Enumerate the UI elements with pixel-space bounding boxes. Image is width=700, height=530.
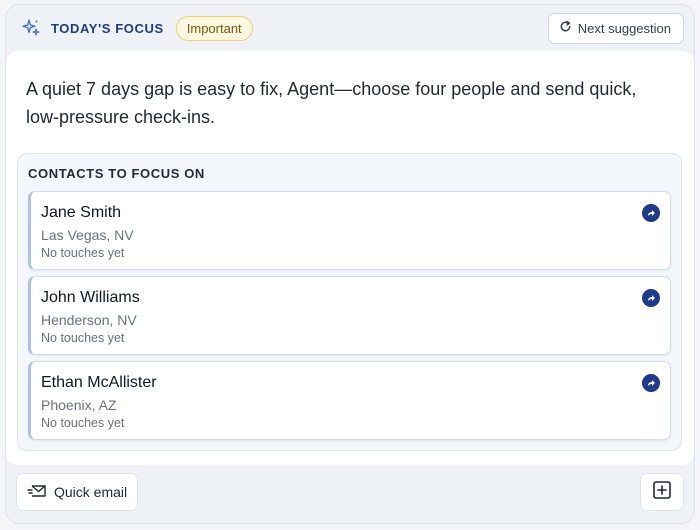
share-arrow-icon[interactable] bbox=[642, 289, 660, 307]
next-suggestion-button[interactable]: Next suggestion bbox=[547, 12, 684, 44]
contact-name: Ethan McAllister bbox=[41, 374, 157, 391]
contact-location: Las Vegas, NV bbox=[41, 227, 134, 243]
focus-message: A quiet 7 days gap is easy to fix, Agent… bbox=[26, 79, 637, 127]
mail-send-icon bbox=[27, 483, 47, 502]
focus-card: TODAY'S FOCUS Important Next suggestion … bbox=[5, 4, 695, 524]
card-title: TODAY'S FOCUS bbox=[51, 20, 164, 36]
contact-card[interactable]: John Williams Henderson, NV No touches y… bbox=[28, 276, 671, 355]
contacts-panel: CONTACTS TO FOCUS ON Jane Smith Las Vega… bbox=[17, 153, 682, 451]
contact-name: John Williams bbox=[41, 289, 140, 306]
contact-touch-status: No touches yet bbox=[41, 246, 125, 260]
refresh-icon bbox=[559, 20, 572, 36]
contact-location: Phoenix, AZ bbox=[41, 397, 117, 413]
plus-square-icon bbox=[652, 480, 672, 505]
contact-card[interactable]: Jane Smith Las Vegas, NV No touches yet bbox=[28, 191, 671, 270]
contact-touch-status: No touches yet bbox=[41, 331, 125, 345]
share-arrow-icon[interactable] bbox=[642, 374, 660, 392]
contact-touch-status: No touches yet bbox=[41, 416, 125, 430]
card-header: TODAY'S FOCUS Important Next suggestion bbox=[6, 5, 694, 51]
contact-card[interactable]: Ethan McAllister Phoenix, AZ No touches … bbox=[28, 361, 671, 440]
card-body: A quiet 7 days gap is easy to fix, Agent… bbox=[6, 51, 694, 465]
contact-location: Henderson, NV bbox=[41, 312, 137, 328]
contacts-heading: CONTACTS TO FOCUS ON bbox=[28, 166, 205, 181]
add-button[interactable] bbox=[640, 473, 684, 511]
share-arrow-icon[interactable] bbox=[642, 204, 660, 222]
quick-email-label: Quick email bbox=[54, 484, 128, 500]
next-suggestion-label: Next suggestion bbox=[577, 20, 671, 36]
contact-name: Jane Smith bbox=[41, 204, 122, 221]
quick-email-button[interactable]: Quick email bbox=[16, 473, 139, 511]
importance-badge: Important bbox=[175, 15, 253, 41]
sparkle-icon bbox=[20, 17, 42, 39]
